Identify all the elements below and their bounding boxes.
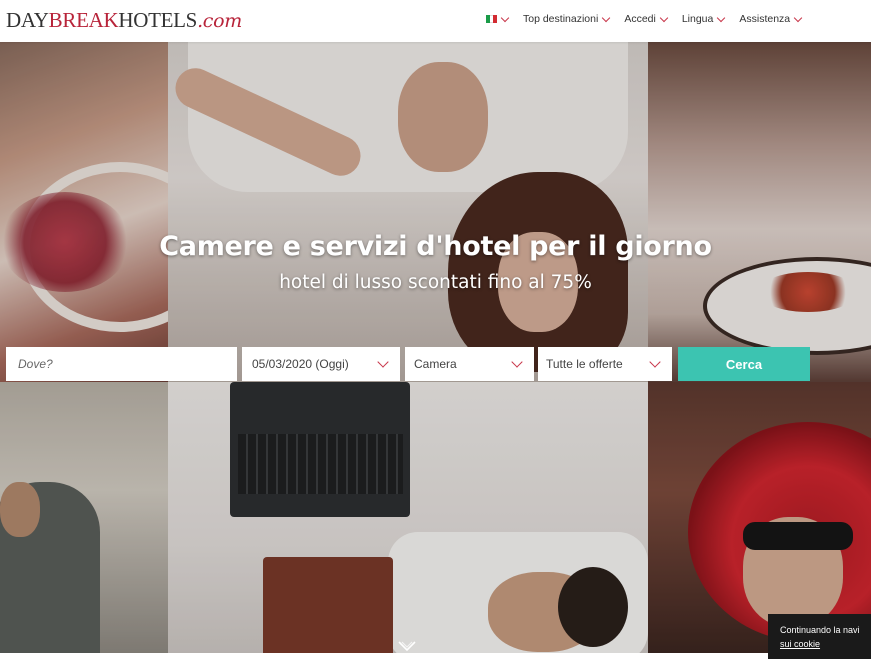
nav-item-label: Lingua bbox=[681, 13, 714, 25]
chevron-down-icon bbox=[793, 13, 803, 22]
scroll-down-chevron-icon[interactable] bbox=[397, 639, 417, 653]
nav-item-label: Accedi bbox=[624, 13, 656, 25]
nav-top-destinazioni[interactable]: Top destinazioni bbox=[523, 13, 611, 25]
chevron-down-icon bbox=[511, 356, 523, 368]
offers-select-value: Tutte le offerte bbox=[546, 357, 623, 371]
nav-assistenza[interactable]: Assistenza bbox=[739, 13, 803, 25]
logo-day: DAY bbox=[6, 8, 49, 32]
site-header: DAYBREAKHOTELS.com Top destinazioni Acce… bbox=[0, 0, 871, 42]
chevron-down-icon bbox=[602, 13, 611, 22]
chevron-down-icon bbox=[649, 356, 661, 368]
room-type-select[interactable]: Camera bbox=[405, 347, 534, 381]
cookie-text: Continuando la navi bbox=[780, 625, 860, 635]
logo-break: BREAK bbox=[48, 8, 119, 32]
search-button[interactable]: Cerca bbox=[678, 347, 810, 381]
date-select[interactable]: 05/03/2020 (Oggi) bbox=[242, 347, 400, 381]
chevron-down-icon bbox=[659, 13, 669, 22]
top-nav: Top destinazioni Accedi Lingua Assistenz… bbox=[486, 13, 816, 25]
language-flag-selector[interactable] bbox=[486, 13, 510, 23]
cookie-banner: Continuando la navi sui cookie bbox=[768, 614, 871, 659]
search-where-field[interactable] bbox=[6, 347, 237, 381]
destination-input[interactable] bbox=[16, 356, 220, 372]
cookie-policy-link[interactable]: sui cookie bbox=[780, 639, 820, 649]
logo-com: .com bbox=[197, 10, 242, 32]
nav-item-label: Assistenza bbox=[739, 13, 791, 25]
nav-accedi[interactable]: Accedi bbox=[624, 13, 669, 25]
site-logo[interactable]: DAYBREAKHOTELS.com bbox=[6, 8, 242, 33]
chevron-down-icon bbox=[500, 13, 510, 22]
nav-item-label: Top destinazioni bbox=[523, 13, 599, 25]
chevron-down-icon bbox=[717, 13, 726, 22]
logo-hotels: HOTELS bbox=[118, 8, 198, 32]
chevron-down-icon bbox=[377, 356, 389, 368]
hero-subtitle: hotel di lusso scontati fino al 75% bbox=[279, 272, 592, 293]
hero-title: Camere e servizi d'hotel per il giorno bbox=[159, 231, 712, 262]
offers-select[interactable]: Tutte le offerte bbox=[538, 347, 672, 381]
nav-lingua[interactable]: Lingua bbox=[681, 13, 726, 25]
date-select-value: 05/03/2020 (Oggi) bbox=[252, 357, 349, 371]
room-select-value: Camera bbox=[414, 357, 457, 371]
italy-flag-icon bbox=[486, 15, 498, 23]
